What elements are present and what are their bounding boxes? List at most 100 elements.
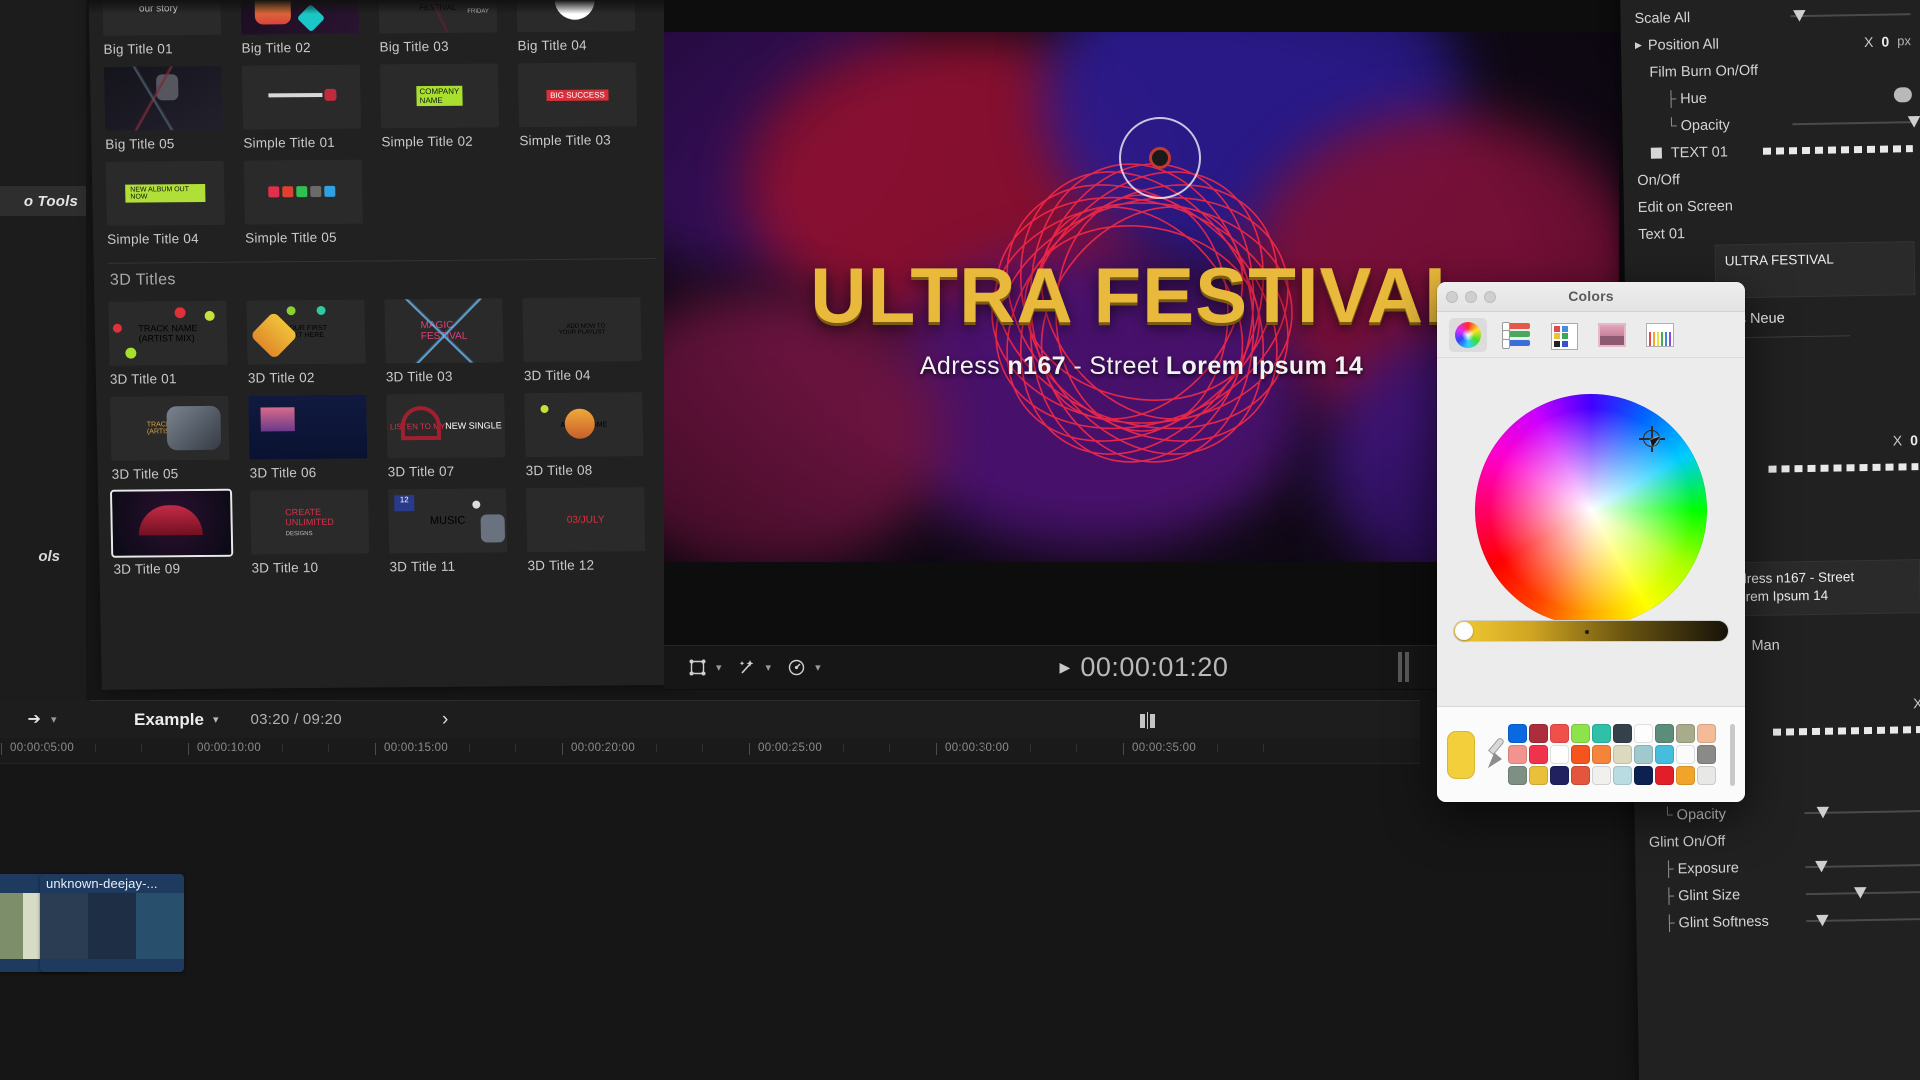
color-swatch[interactable] [1655, 724, 1674, 743]
brightness-slider[interactable] [1453, 620, 1729, 642]
keyframe-dashed-track[interactable] [1763, 145, 1913, 155]
vertical-scrollbar[interactable] [1730, 724, 1735, 786]
chevron-down-icon[interactable]: ▾ [766, 661, 772, 674]
color-swatch[interactable] [1676, 745, 1695, 764]
image-palettes-tab[interactable] [1593, 318, 1631, 352]
template-item[interactable]: 03/JULY3D Title 12 [526, 487, 646, 573]
color-swatch[interactable] [1571, 766, 1590, 785]
color-swatch[interactable] [1529, 724, 1548, 743]
parameter-slider[interactable] [1806, 918, 1920, 922]
rail-tab-video-tools[interactable]: o Tools [0, 186, 86, 216]
template-thumbnail[interactable]: 2023 [248, 395, 367, 460]
parameter-slider[interactable] [1792, 121, 1912, 125]
template-item[interactable]: CREATEUNLIMITEDDESIGNS3D Title 10 [250, 490, 370, 576]
magic-wand-icon[interactable] [734, 655, 760, 681]
template-browser[interactable]: Our musicour storyBig Title 01THE BESTMU… [88, 0, 682, 690]
color-swatch[interactable] [1592, 724, 1611, 743]
color-swatch[interactable] [1592, 745, 1611, 764]
eyedropper-icon[interactable] [1485, 735, 1498, 775]
inspector-row[interactable]: ├Glint Softness [1650, 905, 1920, 937]
color-swatch[interactable] [1613, 745, 1632, 764]
template-item[interactable]: COMPANYNAMESimple Title 02 [380, 63, 500, 149]
chevron-down-icon[interactable]: ▾ [815, 661, 821, 674]
color-swatch[interactable] [1655, 745, 1674, 764]
template-thumbnail[interactable]: LISTEN TO MYNEW SINGLE [386, 393, 505, 458]
color-swatch[interactable] [1571, 724, 1590, 743]
color-swatch[interactable] [1508, 745, 1527, 764]
slider-knob[interactable] [1854, 887, 1867, 899]
inspector-row-control[interactable] [1806, 918, 1920, 922]
parameter-checkbox[interactable] [1651, 148, 1662, 159]
inspector-row-control[interactable] [1894, 87, 1912, 102]
transform-icon[interactable] [684, 655, 710, 681]
inspector-row-control[interactable] [1805, 864, 1920, 868]
template-item[interactable]: TRACK NAME(ARTIST MIX)3D Title 05 [110, 396, 230, 482]
color-sliders-tab[interactable] [1497, 318, 1535, 352]
color-swatch[interactable] [1697, 745, 1716, 764]
template-thumbnail[interactable]: NEW ALBUM OUT NOW [106, 161, 225, 226]
arrow-cursor-icon[interactable]: ➔ [28, 709, 41, 729]
colors-dialog-titlebar[interactable]: Colors [1437, 282, 1745, 312]
axis-value-x[interactable]: 0 [1881, 33, 1889, 49]
inspector-row-control[interactable] [1773, 726, 1920, 736]
color-swatch[interactable] [1613, 724, 1632, 743]
color-swatch[interactable] [1613, 766, 1632, 785]
keyframe-dashed-track[interactable] [1768, 463, 1918, 473]
inspector-row-control[interactable]: X0px [1864, 33, 1911, 50]
color-swatch[interactable] [1634, 724, 1653, 743]
template-item[interactable]: YOUR FIRSTTEXT HERE3D Title 02 [246, 300, 366, 386]
color-swatch[interactable] [1697, 724, 1716, 743]
color-swatch[interactable] [1508, 766, 1527, 785]
inspector-row-control[interactable]: X0 [1893, 432, 1918, 448]
color-swatch[interactable] [1571, 745, 1590, 764]
parameter-slider[interactable] [1804, 810, 1920, 814]
chevron-right-icon[interactable]: › [442, 709, 448, 731]
color-wheel[interactable] [1475, 394, 1707, 626]
template-item[interactable]: Simple Title 01 [242, 65, 362, 151]
color-swatch[interactable] [1697, 766, 1716, 785]
template-thumbnail[interactable]: TRACK NAME(ARTIST MIX) [110, 396, 229, 461]
template-item[interactable]: BIG SUCCESSSimple Title 03 [518, 62, 638, 148]
speedometer-icon[interactable] [783, 655, 809, 681]
inspector-row-control[interactable] [1792, 121, 1912, 125]
keyframe-dashed-track[interactable] [1773, 726, 1920, 736]
template-item[interactable]: ADD NOW TOYOUR PLAYLIST3D Title 04 [522, 297, 642, 383]
brightness-slider-knob[interactable] [1455, 622, 1473, 640]
color-swatch[interactable] [1634, 766, 1653, 785]
current-color-swatch[interactable] [1447, 731, 1475, 779]
template-thumbnail[interactable] [244, 160, 363, 225]
template-item[interactable]: 20233D Title 06 [248, 395, 368, 481]
template-item[interactable]: TRACK NAME(ARTIST MIX)3D Title 01 [108, 301, 228, 387]
template-item[interactable]: NIGHT SOUND3D Title 09 [112, 491, 232, 577]
colors-dialog[interactable]: Colors [1437, 282, 1745, 802]
template-thumbnail[interactable]: BIG SUCCESS [518, 62, 637, 127]
color-wheel-area[interactable] [1437, 358, 1745, 658]
template-thumbnail[interactable]: 12MUSIC [388, 488, 507, 553]
project-name-label[interactable]: Example [134, 710, 204, 730]
color-swatch[interactable] [1508, 724, 1527, 743]
chevron-down-icon[interactable]: ▾ [51, 713, 57, 726]
slider-knob[interactable] [1815, 860, 1828, 872]
color-swatch[interactable] [1676, 766, 1695, 785]
inspector-row-control[interactable] [1806, 891, 1920, 895]
color-palettes-tab[interactable] [1545, 318, 1583, 352]
color-swatch[interactable] [1529, 745, 1548, 764]
template-thumbnail[interactable]: 03/JULY [526, 487, 645, 552]
template-thumbnail[interactable]: TRACK NAME(ARTIST MIX) [108, 301, 227, 366]
slider-knob[interactable] [1907, 116, 1920, 128]
parameter-slider[interactable] [1805, 864, 1920, 868]
timeline-clip[interactable]: unknown-deejay-... [40, 874, 184, 972]
slider-knob[interactable] [1816, 914, 1829, 926]
chevron-down-icon[interactable]: ▾ [213, 713, 219, 726]
template-item[interactable]: LISTEN TO MYNEW SINGLE3D Title 07 [386, 393, 506, 479]
color-swatch[interactable] [1634, 745, 1653, 764]
template-thumbnail[interactable]: COMPANYNAME [380, 63, 499, 128]
color-swatch[interactable] [1655, 766, 1674, 785]
chevron-down-icon[interactable]: ▾ [716, 661, 722, 674]
timeline-tracks[interactable]: -pa... unknown-deejay-... [0, 764, 1420, 1080]
parameter-knob[interactable] [1894, 87, 1912, 102]
template-item[interactable]: ARTIST NAME3D Title 08 [524, 392, 644, 478]
template-thumbnail[interactable]: CREATEUNLIMITEDDESIGNS [250, 490, 369, 555]
slider-knob[interactable] [1793, 9, 1806, 21]
color-swatch[interactable] [1550, 766, 1569, 785]
